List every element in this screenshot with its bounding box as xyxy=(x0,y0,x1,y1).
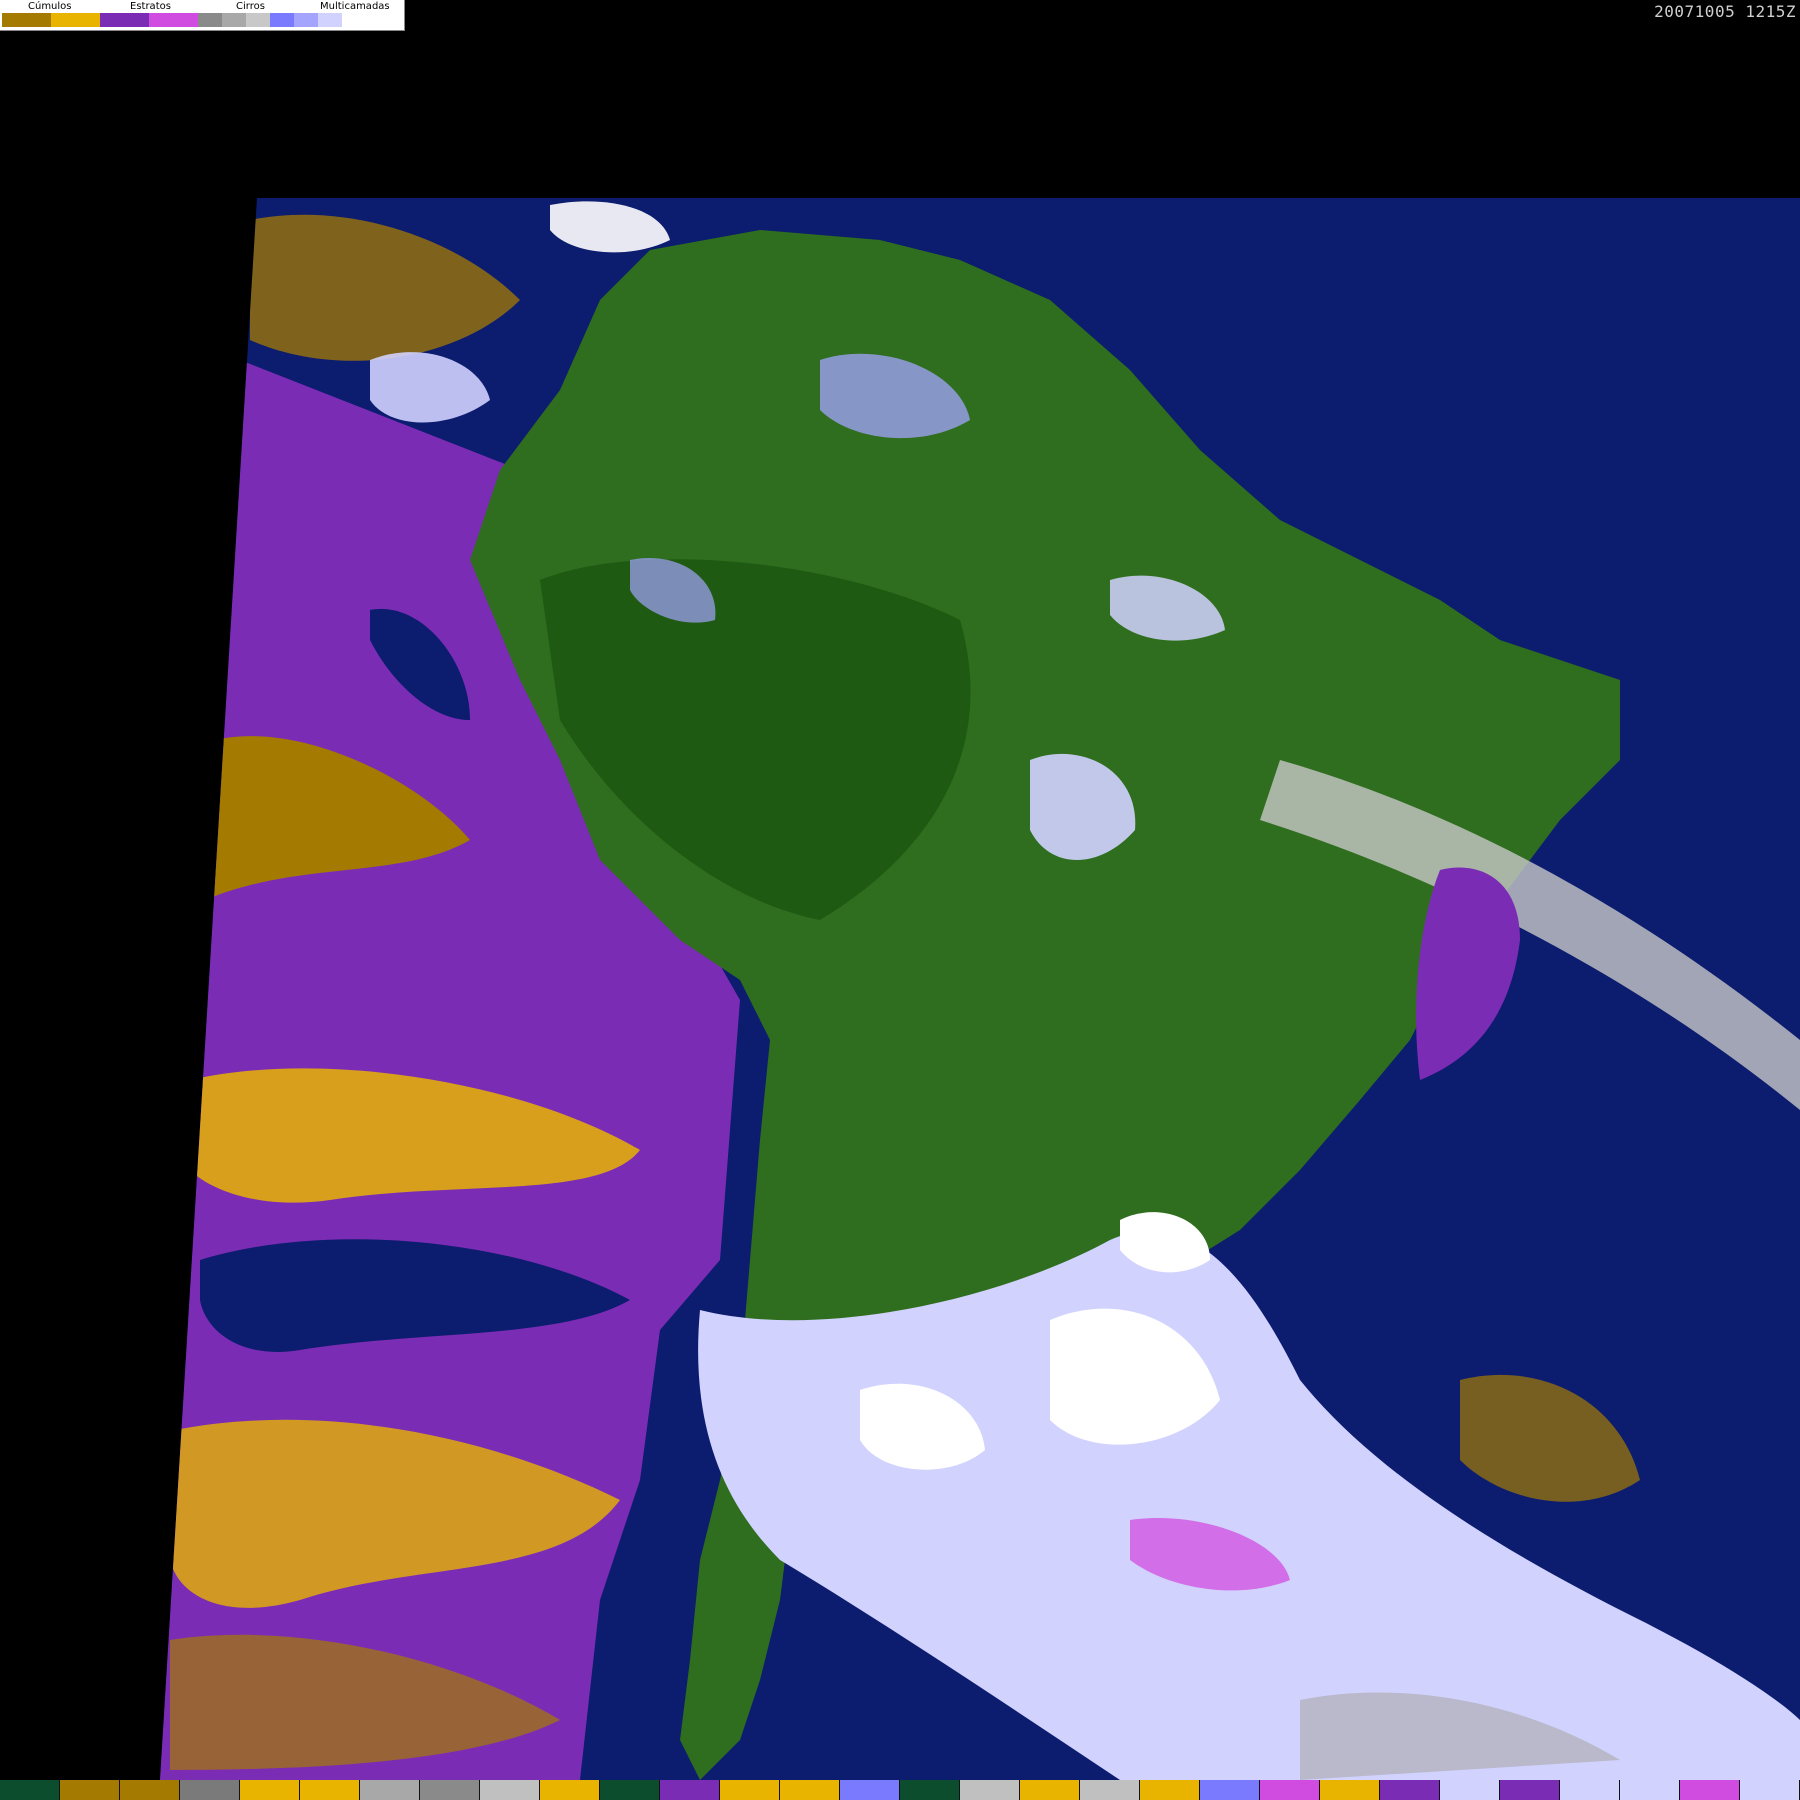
legend-swatch xyxy=(246,13,270,27)
legend-swatch xyxy=(222,13,246,27)
strip-cell xyxy=(480,1780,540,1800)
strip-cell xyxy=(1080,1780,1140,1800)
strip-cell xyxy=(240,1780,300,1800)
strip-cell xyxy=(1260,1780,1320,1800)
strip-cell xyxy=(1620,1780,1680,1800)
strip-cell xyxy=(660,1780,720,1800)
strip-cell xyxy=(720,1780,780,1800)
strip-cell xyxy=(120,1780,180,1800)
strip-cell xyxy=(180,1780,240,1800)
strip-cell xyxy=(1140,1780,1200,1800)
legend-swatch xyxy=(100,13,149,27)
legend-swatch xyxy=(2,13,51,27)
legend-swatch xyxy=(294,13,318,27)
strip-cell xyxy=(1560,1780,1620,1800)
legend-label-stratus: Estratos xyxy=(130,1,171,12)
strip-cell xyxy=(1020,1780,1080,1800)
legend-label-multilayer: Multicamadas xyxy=(320,1,390,12)
cloud-type-legend: Cúmulos Estratos Cirros Multicamadas xyxy=(0,0,405,31)
legend-swatch xyxy=(149,13,198,27)
strip-cell xyxy=(360,1780,420,1800)
legend-swatch xyxy=(198,13,222,27)
strip-cell xyxy=(600,1780,660,1800)
bottom-color-strip xyxy=(0,1780,1800,1800)
legend-color-bar xyxy=(2,13,366,27)
strip-cell xyxy=(1500,1780,1560,1800)
strip-cell xyxy=(840,1780,900,1800)
legend-swatch xyxy=(270,13,294,27)
strip-cell xyxy=(960,1780,1020,1800)
strip-cell xyxy=(540,1780,600,1800)
strip-cell xyxy=(1320,1780,1380,1800)
legend-swatch xyxy=(318,13,342,27)
strip-cell xyxy=(900,1780,960,1800)
strip-cell xyxy=(60,1780,120,1800)
strip-cell xyxy=(420,1780,480,1800)
strip-cell xyxy=(300,1780,360,1800)
strip-cell xyxy=(1380,1780,1440,1800)
strip-cell xyxy=(0,1780,60,1800)
strip-cell xyxy=(1440,1780,1500,1800)
strip-cell xyxy=(780,1780,840,1800)
legend-label-cumulus: Cúmulos xyxy=(28,1,72,12)
legend-label-cirrus: Cirros xyxy=(236,1,265,12)
legend-swatch xyxy=(342,13,366,27)
legend-swatch xyxy=(51,13,100,27)
strip-cell xyxy=(1740,1780,1800,1800)
satellite-cloud-map xyxy=(160,198,1800,1780)
strip-cell xyxy=(1680,1780,1740,1800)
image-timestamp: 20071005 1215Z xyxy=(1654,2,1796,21)
strip-cell xyxy=(1200,1780,1260,1800)
